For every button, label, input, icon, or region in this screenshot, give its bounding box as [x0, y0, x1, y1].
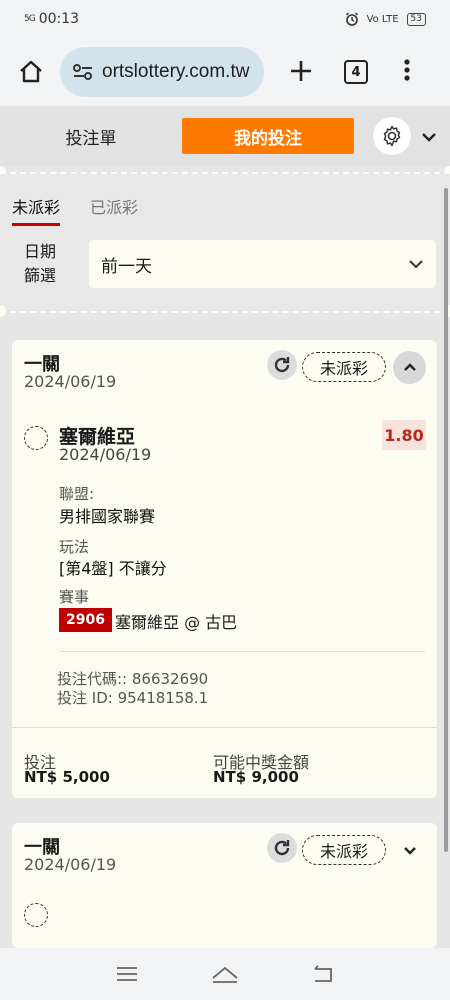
- bet-date: 2024/06/19: [24, 855, 117, 874]
- divider-notch: [0, 305, 6, 317]
- home-outline-icon[interactable]: [210, 964, 240, 984]
- bet-code: 投注代碼:: 86632690: [57, 670, 209, 688]
- back-icon[interactable]: [311, 964, 335, 984]
- status-icons: Vo LTE 53: [345, 12, 426, 26]
- tab-unsettled[interactable]: 未派彩: [12, 194, 61, 226]
- status-bar: 5G 00:13 Vo LTE 53: [0, 0, 450, 38]
- chevron-down-icon: [422, 132, 436, 142]
- clock: 00:13: [38, 11, 80, 27]
- settlement-tabs: 未派彩 已派彩: [12, 194, 138, 226]
- event-code-badge: 2906: [59, 608, 112, 632]
- bet-id: 投注 ID: 95418158.1: [57, 689, 209, 707]
- league-label: 聯盟:: [59, 485, 95, 503]
- event-name: 塞爾維亞 @ 古巴: [115, 613, 238, 632]
- settings-button[interactable]: [373, 117, 411, 155]
- more-vert-icon: [404, 59, 410, 81]
- divider: [12, 727, 437, 728]
- battery-icon: 53: [406, 12, 426, 26]
- signal-indicator: 5G: [24, 14, 36, 24]
- tab-bet-slip[interactable]: 投注單: [0, 124, 182, 149]
- filter-panel: 未派彩 已派彩 日期篩選 前一天: [0, 174, 450, 306]
- url-text[interactable]: ortslottery.com.tw: [102, 61, 249, 83]
- refresh-icon: [274, 357, 290, 373]
- collapse-card-button[interactable]: [393, 351, 426, 384]
- bet-date: 2024/06/19: [24, 372, 117, 391]
- browser-toolbar: ortslottery.com.tw 4: [0, 38, 450, 106]
- chevron-up-icon: [403, 363, 416, 371]
- tune-icon[interactable]: [72, 63, 94, 81]
- chevron-down-icon: [409, 260, 423, 269]
- stake-value: NT$ 5,000: [24, 768, 110, 786]
- header-collapse-button[interactable]: [421, 127, 437, 146]
- status-badge: 未派彩: [302, 835, 386, 865]
- browser-menu-button[interactable]: [404, 59, 410, 85]
- new-tab-button[interactable]: [284, 55, 318, 89]
- network-indicator: Vo LTE: [366, 13, 399, 25]
- scrollbar[interactable]: [444, 188, 448, 852]
- tab-my-bets[interactable]: 我的投注: [182, 118, 354, 154]
- selection-date: 2024/06/19: [59, 445, 152, 464]
- payout-value: NT$ 9,000: [213, 768, 299, 786]
- league-value: 男排國家聯賽: [59, 507, 156, 526]
- status-badge: 未派彩: [302, 352, 386, 382]
- alarm-icon: [345, 12, 358, 26]
- selection-status-icon: [24, 903, 48, 927]
- refresh-icon: [274, 840, 290, 856]
- selection-status-icon: [24, 426, 48, 450]
- event-label: 賽事: [59, 588, 90, 606]
- date-filter-select[interactable]: 前一天: [89, 240, 436, 288]
- refresh-button[interactable]: [267, 350, 297, 380]
- expand-card-button[interactable]: [393, 834, 426, 867]
- divider: [59, 651, 425, 652]
- system-nav-bar: [0, 948, 450, 1000]
- market-label: 玩法: [59, 538, 90, 556]
- date-filter-value: 前一天: [101, 256, 152, 277]
- divider: [0, 311, 450, 313]
- chevron-down-icon: [403, 847, 416, 855]
- address-bar[interactable]: ortslottery.com.tw: [60, 47, 264, 97]
- bet-card: 一關 2024/06/19 未派彩: [12, 823, 437, 948]
- app-header: 投注單 我的投注: [0, 106, 450, 166]
- home-icon: [20, 60, 42, 83]
- home-button[interactable]: [14, 55, 48, 89]
- bet-card: 一關 2024/06/19 未派彩 塞爾維亞 2024/06/19 1.80 聯…: [12, 340, 437, 798]
- gear-icon: [383, 125, 401, 147]
- odds-badge: 1.80: [382, 420, 426, 450]
- market-value: [第4盤] 不讓分: [59, 559, 167, 578]
- plus-icon: [291, 61, 311, 81]
- tab-settled[interactable]: 已派彩: [90, 194, 138, 226]
- date-filter-label: 日期篩選: [24, 242, 57, 285]
- menu-icon[interactable]: [115, 965, 139, 983]
- refresh-button[interactable]: [267, 833, 297, 863]
- tab-count: 4: [351, 64, 361, 80]
- tab-switcher-button[interactable]: 4: [344, 60, 368, 84]
